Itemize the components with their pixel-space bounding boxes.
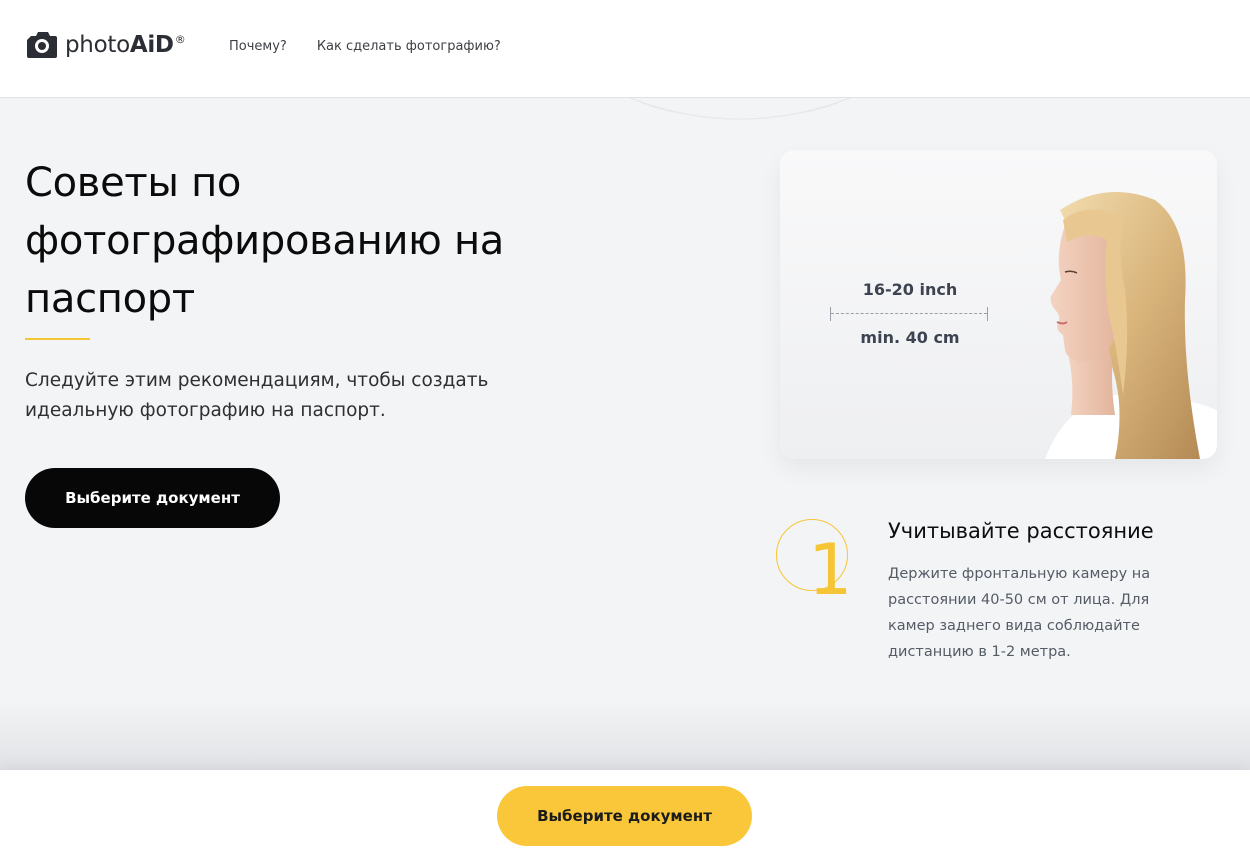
content-fade [0, 700, 1250, 770]
woman-profile-portrait [1045, 192, 1217, 459]
hero-description: Следуйте этим рекомендациям, чтобы созда… [25, 370, 489, 421]
distance-inch-label: 16-20 inch [862, 280, 958, 299]
distance-cm-label: min. 40 cm [860, 328, 960, 347]
nav-link-how-to[interactable]: Как сделать фотографию? [317, 39, 501, 54]
distance-line [831, 313, 987, 314]
distance-tick-right [987, 307, 988, 321]
main-nav: Почему? Как сделать фотографию? [229, 39, 501, 54]
camera-logo-icon [25, 30, 59, 60]
step-number: 1 [808, 529, 853, 611]
step-title: Учитывайте расстояние [888, 519, 1154, 543]
step-description: Держите фронтальную камеру на расстоянии… [888, 566, 1151, 660]
page-title: Советы по фотографированию на паспорт [25, 160, 505, 322]
choose-document-button[interactable]: Выберите документ [25, 468, 280, 528]
sticky-bottom-bar: Выберите документ [0, 770, 1250, 859]
title-underline [25, 338, 90, 340]
distance-illustration-card: 16-20 inch min. 40 cm [780, 150, 1217, 459]
logo[interactable]: photoAiD® [25, 30, 186, 60]
distance-tick-left [830, 307, 831, 321]
decorative-arcs [629, 97, 851, 120]
nav-link-why[interactable]: Почему? [229, 39, 287, 54]
sticky-choose-document-button[interactable]: Выберите документ [497, 786, 752, 846]
logo-text: photoAiD® [65, 32, 186, 58]
